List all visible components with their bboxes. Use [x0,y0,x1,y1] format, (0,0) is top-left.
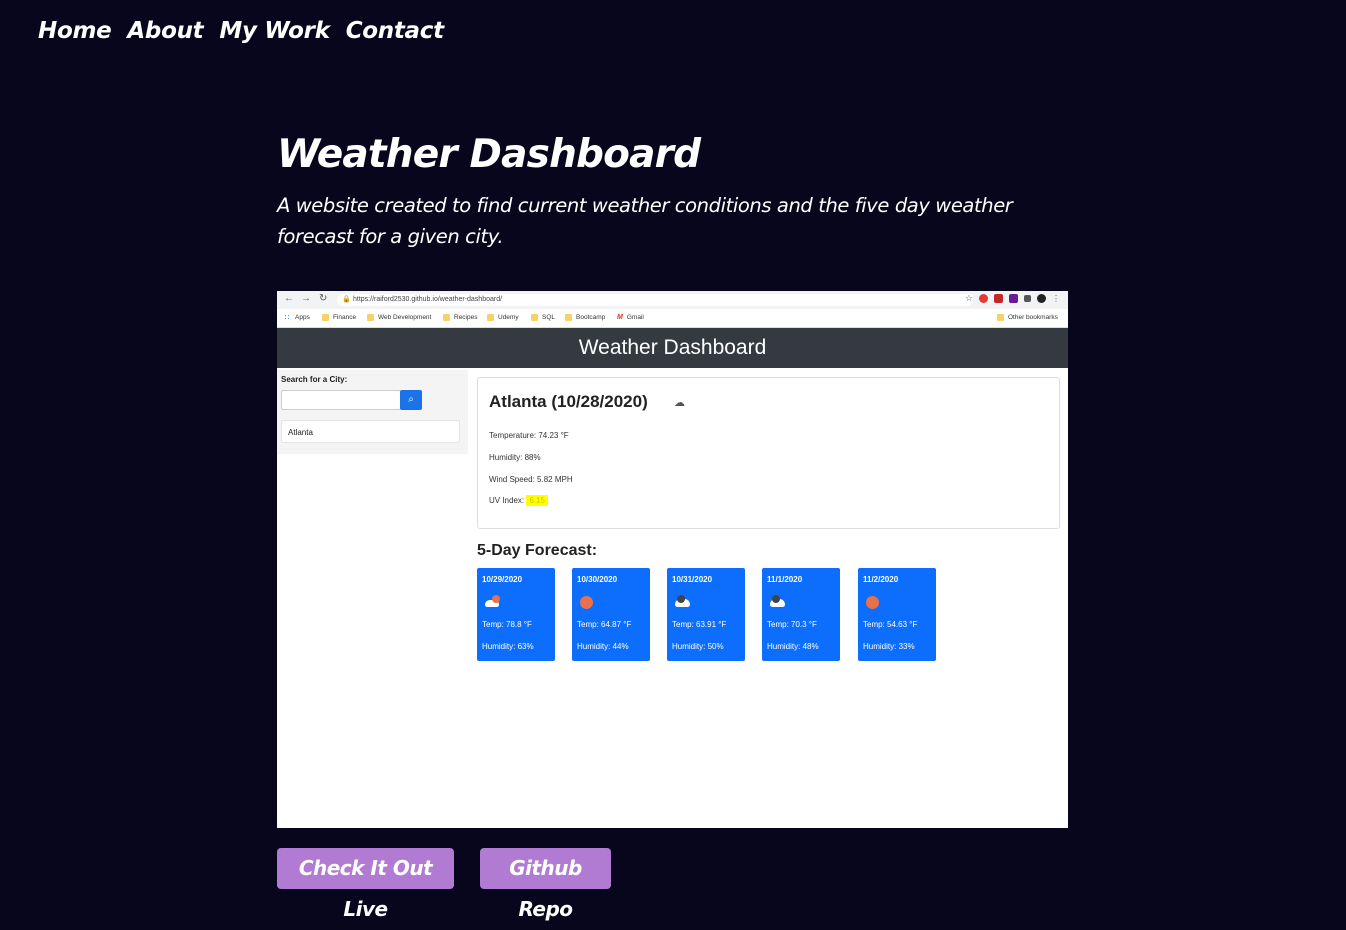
nav-home-link[interactable]: Home [38,18,112,44]
folder-icon [487,314,494,321]
current-city-date: Atlanta (10/28/2020) [489,392,648,411]
check-it-out-live-button[interactable]: Check It Out Live [277,848,454,921]
address-bar: 🔒 https://raiford2530.github.io/weather-… [337,294,973,306]
forecast-humidity: Humidity: 44% [577,642,629,651]
star-icon: ☆ [964,293,973,303]
weather-cloud-icon: ☁ [674,397,685,409]
forecast-humidity: Humidity: 50% [672,642,724,651]
folder-icon [565,314,572,321]
nav-my-work-link[interactable]: My Work [219,18,330,44]
bookmark-label: Recipes [454,314,478,321]
current-uv-index: UV Index: 6.15 [489,495,548,506]
search-icon: ⌕ [408,394,414,405]
uv-label: UV Index: [489,496,525,505]
forecast-date: 11/2/2020 [863,575,899,584]
bookmarks-bar: Apps Finance Web Development Recipes Ude… [277,309,1068,328]
forecast-card: 10/31/2020 Temp: 63.91 °F Humidity: 50% [667,568,745,661]
cloud-icon [770,595,785,607]
address-url: https://raiford2530.github.io/weather-da… [353,296,503,303]
browser-toolbar: ← → ↻ 🔒 https://raiford2530.github.io/we… [277,291,1068,309]
forecast-date: 10/31/2020 [672,575,713,584]
bookmark-label: Gmail [626,314,644,321]
folder-icon [531,314,538,321]
bookmark-label: Udemy [498,314,519,321]
bookmark-apps: Apps [284,314,310,321]
project-screenshot: ← → ↻ 🔒 https://raiford2530.github.io/we… [277,291,1068,828]
current-temperature: Temperature: 74.23 °F [489,431,569,440]
forecast-temp: Temp: 70.3 °F [767,620,817,629]
bookmark-recipes: Recipes [443,314,477,321]
forecast-temp: Temp: 78.8 °F [482,620,532,629]
forecast-humidity: Humidity: 33% [863,642,915,651]
bookmark-label: Bootcamp [576,314,606,321]
cloud-icon [675,595,690,607]
search-button: ⌕ [400,390,422,410]
nav-contact-link[interactable]: Contact [346,18,444,44]
sun-icon [580,596,593,609]
uv-badge: 6.15 [526,495,548,506]
partly-cloudy-icon [485,595,500,607]
forecast-card: 10/29/2020 Temp: 78.8 °F Humidity: 63% [477,568,555,661]
search-sidebar: Search for a City: ⌕ Atlanta [277,370,468,454]
forecast-card: 11/1/2020 Temp: 70.3 °F Humidity: 48% [762,568,840,661]
city-search-input [281,390,401,410]
nav-about-link[interactable]: About [127,18,203,44]
bookmark-finance: Finance [322,314,356,321]
gmail-icon: M [617,314,623,321]
bookmark-label: Apps [295,314,310,321]
folder-icon [443,314,450,321]
shield-extension-icon [979,294,988,303]
forecast-date: 10/29/2020 [482,575,523,584]
forecast-date: 10/30/2020 [577,575,618,584]
lock-icon: 🔒 [342,296,351,303]
bookmark-label: SQL [542,314,556,321]
current-humidity: Humidity: 88% [489,453,541,462]
bookmark-bootcamp: Bootcamp [565,314,605,321]
main-nav: Home About My Work Contact [38,18,444,44]
puzzle-extension-icon [1024,295,1031,302]
sun-icon [866,596,879,609]
forecast-card: 10/30/2020 Temp: 64.87 °F Humidity: 44% [572,568,650,661]
forecast-title: 5-Day Forecast: [477,542,598,559]
bookmark-label: Finance [333,314,357,321]
bookmark-other: Other bookmarks [997,314,1058,321]
extension-icons: ☆ ⋮ [964,293,1060,303]
bookmark-sql: SQL [531,314,555,321]
bookmark-gmail: M Gmail [617,314,644,321]
forecast-temp: Temp: 54.63 °F [863,620,918,629]
app-header: Weather Dashboard [277,328,1068,368]
project-title: Weather Dashboard [277,132,701,177]
reload-icon: ↻ [319,293,328,304]
current-weather-panel: Atlanta (10/28/2020) ☁ Temperature: 74.2… [477,377,1060,529]
folder-icon [367,314,374,321]
project-description: A website created to find current weathe… [277,194,1013,248]
bookmark-label: Other bookmarks [1008,314,1058,321]
bookmark-web-development: Web Development [367,314,431,321]
forecast-card: 11/2/2020 Temp: 54.63 °F Humidity: 33% [858,568,936,661]
forecast-temp: Temp: 63.91 °F [672,620,727,629]
folder-icon [997,314,1004,321]
search-history-item: Atlanta [281,420,460,443]
search-label: Search for a City: [281,375,348,384]
apps-grid-icon [284,314,291,321]
forecast-humidity: Humidity: 63% [482,642,534,651]
forecast-date: 11/1/2020 [767,575,803,584]
red-extension-icon [994,294,1003,303]
forecast-humidity: Humidity: 48% [767,642,819,651]
bookmark-udemy: Udemy [487,314,519,321]
menu-dots-icon: ⋮ [1052,294,1060,303]
profile-avatar [1037,294,1046,303]
folder-icon [322,314,329,321]
purple-extension-icon [1009,294,1018,303]
forecast-temp: Temp: 64.87 °F [577,620,632,629]
back-arrow-icon: ← [284,293,294,304]
current-wind-speed: Wind Speed: 5.82 MPH [489,475,573,484]
bookmark-label: Web Development [378,314,432,321]
forward-arrow-icon: → [301,293,311,304]
github-repo-button[interactable]: Github Repo [480,848,611,921]
